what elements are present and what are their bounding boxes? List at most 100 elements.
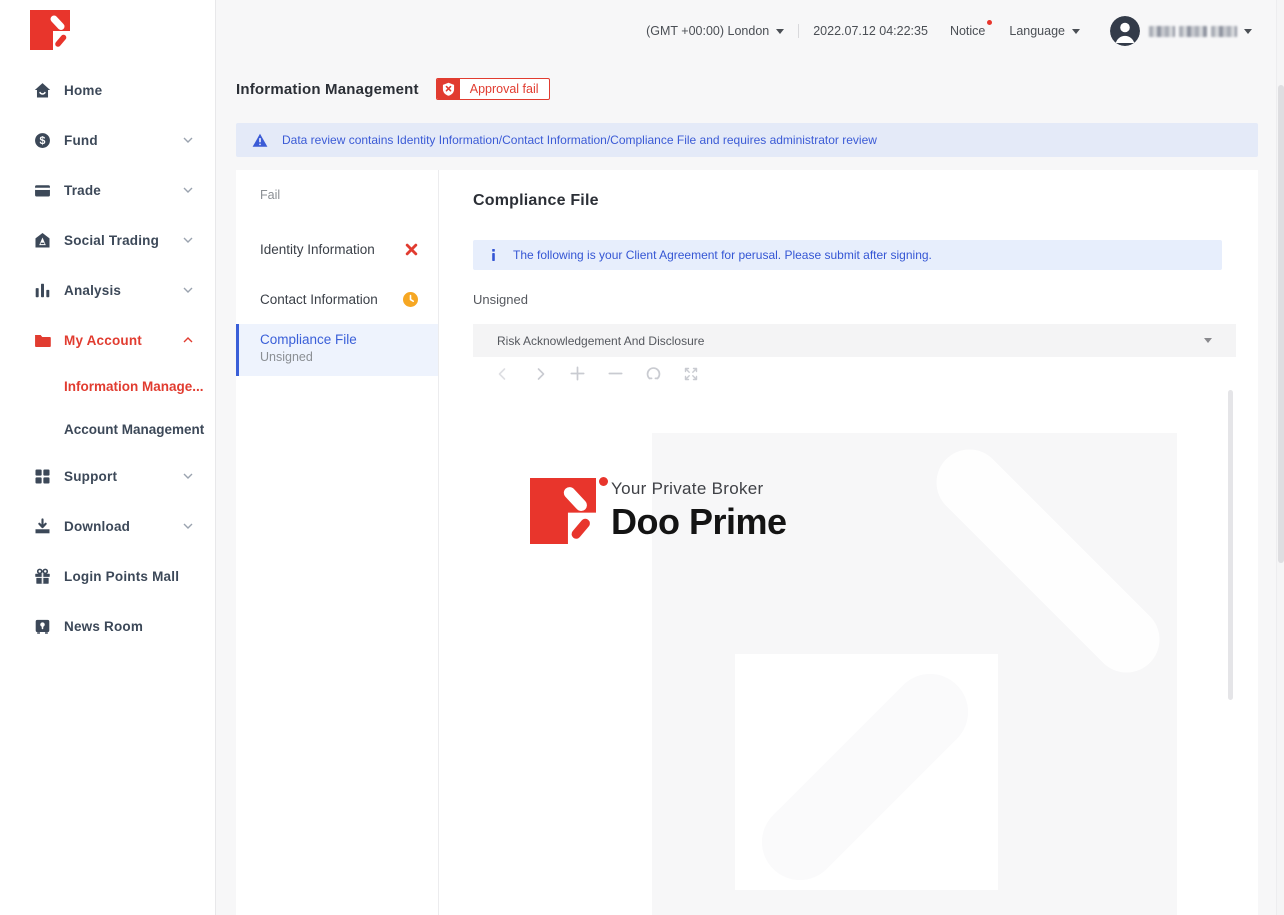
document-select-value: Risk Acknowledgement And Disclosure	[497, 334, 704, 348]
subnav-item-identity-information[interactable]: Identity Information	[236, 224, 438, 274]
info-banner: The following is your Client Agreement f…	[473, 240, 1222, 270]
zoom-out-button[interactable]	[607, 365, 624, 382]
watermark-slash-icon	[746, 658, 984, 896]
zoom-in-button[interactable]	[569, 365, 586, 382]
review-group-label: Fail	[236, 170, 438, 224]
watermark-slash-icon	[923, 436, 1173, 686]
analysis-icon	[34, 282, 51, 299]
topbar: (GMT +00:00) London 2022.07.12 04:22:35 …	[216, 0, 1264, 62]
document-viewer: Risk Acknowledgement And Disclosure	[473, 324, 1236, 915]
sidebar-item-label: My Account	[64, 333, 183, 348]
pdf-brand-name: Doo Prime	[611, 501, 787, 543]
pdf-toolbar	[473, 357, 1236, 390]
sidebar-item-label: Download	[64, 519, 183, 534]
home-icon	[34, 82, 51, 99]
sidebar-item-download[interactable]: Download	[0, 501, 215, 551]
watermark-logo-corner	[735, 654, 998, 890]
sidebar-item-news-room[interactable]: News Room	[0, 601, 215, 651]
divider	[798, 24, 799, 38]
sidebar-item-label: Home	[64, 83, 193, 98]
subnav-item-label: Identity Information	[260, 242, 375, 257]
info-icon	[491, 249, 496, 261]
notice-label: Notice	[950, 24, 985, 38]
compliance-detail: Compliance File The following is your Cl…	[439, 170, 1258, 915]
review-subnav: Fail Identity Information Contact Inform…	[236, 170, 439, 915]
sidebar-item-support[interactable]: Support	[0, 451, 215, 501]
download-icon	[34, 518, 51, 535]
caret-down-icon	[1244, 29, 1252, 34]
page-scrollbar	[1276, 0, 1284, 915]
chevron-down-icon	[183, 523, 193, 529]
document-status-label: Unsigned	[473, 292, 1236, 308]
chevron-down-icon	[183, 237, 193, 243]
pending-clock-icon	[403, 292, 418, 307]
document-select[interactable]: Risk Acknowledgement And Disclosure	[473, 324, 1236, 357]
sidebar-subitem-label: Account Management	[64, 422, 204, 437]
page-scrollbar-thumb[interactable]	[1278, 85, 1284, 563]
pdf-scrollbar-thumb[interactable]	[1228, 390, 1233, 700]
svg-text:$: $	[39, 135, 45, 147]
trade-icon	[34, 182, 51, 199]
next-page-button[interactable]	[532, 366, 548, 382]
language-label: Language	[1009, 24, 1065, 38]
chevron-down-icon	[183, 137, 193, 143]
page-header: Information Management Approval fail	[236, 78, 550, 100]
sidebar-item-analysis[interactable]: Analysis	[0, 265, 215, 315]
notice-button[interactable]: Notice	[950, 24, 985, 38]
fail-x-icon	[405, 243, 418, 256]
prev-page-button[interactable]	[495, 366, 511, 382]
sidebar-item-label: Login Points Mall	[64, 569, 193, 584]
notification-dot	[987, 20, 992, 25]
pdf-brand-text: Your Private Broker Doo Prime	[611, 479, 787, 543]
sidebar-item-home[interactable]: Home	[0, 65, 215, 115]
sidebar-item-my-account[interactable]: My Account	[0, 315, 215, 365]
sidebar-item-social-trading[interactable]: Social Trading	[0, 215, 215, 265]
sidebar-item-label: Social Trading	[64, 233, 183, 248]
subnav-item-label: Compliance File	[260, 332, 418, 347]
language-selector[interactable]: Language	[1009, 24, 1080, 38]
page-title: Information Management	[236, 81, 419, 98]
gift-icon	[34, 568, 51, 585]
my-account-submenu: Information Manage... Account Management	[0, 365, 215, 451]
doo-prime-logo-icon[interactable]	[30, 10, 70, 50]
brand-dot-icon	[599, 477, 608, 486]
sidebar-item-trade[interactable]: Trade	[0, 165, 215, 215]
section-heading: Compliance File	[473, 192, 1236, 210]
username-redacted	[1149, 26, 1237, 37]
pdf-page[interactable]: Your Private Broker Doo Prime	[473, 390, 1236, 915]
sidebar-subitem-account-management[interactable]: Account Management	[0, 408, 215, 451]
rotate-refresh-button[interactable]	[645, 365, 662, 382]
alert-text: Data review contains Identity Informatio…	[282, 133, 877, 147]
subnav-item-status: Unsigned	[260, 350, 418, 364]
warning-triangle-icon	[252, 133, 268, 148]
support-grid-icon	[34, 468, 51, 485]
chevron-up-icon	[183, 337, 193, 343]
sidebar-item-label: Fund	[64, 133, 183, 148]
fund-icon: $	[34, 132, 51, 149]
sidebar-subitem-information-management[interactable]: Information Manage...	[0, 365, 215, 408]
chevron-down-icon	[183, 287, 193, 293]
sidebar-item-fund[interactable]: $ Fund	[0, 115, 215, 165]
folder-icon	[34, 332, 51, 349]
news-room-icon	[34, 618, 51, 635]
pdf-brand-header: Your Private Broker Doo Prime	[530, 478, 787, 544]
chevron-down-icon	[183, 187, 193, 193]
sidebar-item-login-points-mall[interactable]: Login Points Mall	[0, 551, 215, 601]
pdf-tagline: Your Private Broker	[611, 479, 787, 499]
chevron-down-icon	[183, 473, 193, 479]
info-text: The following is your Client Agreement f…	[513, 248, 932, 262]
subnav-item-compliance-file[interactable]: Compliance File Unsigned	[236, 324, 438, 376]
caret-down-icon	[1204, 338, 1212, 343]
sidebar-item-label: News Room	[64, 619, 193, 634]
sidebar-subitem-label: Information Manage...	[64, 379, 204, 394]
avatar	[1110, 16, 1140, 46]
approval-status-badge: Approval fail	[436, 78, 550, 100]
user-menu[interactable]	[1110, 16, 1252, 46]
sidebar: Home $ Fund Trade Social Trading	[0, 0, 216, 915]
subnav-item-contact-information[interactable]: Contact Information	[236, 274, 438, 324]
datetime-label: 2022.07.12 04:22:35	[813, 24, 928, 38]
caret-down-icon	[776, 29, 784, 34]
shield-fail-icon	[437, 79, 460, 99]
timezone-selector[interactable]: (GMT +00:00) London	[646, 24, 784, 38]
fullscreen-button[interactable]	[683, 366, 699, 382]
